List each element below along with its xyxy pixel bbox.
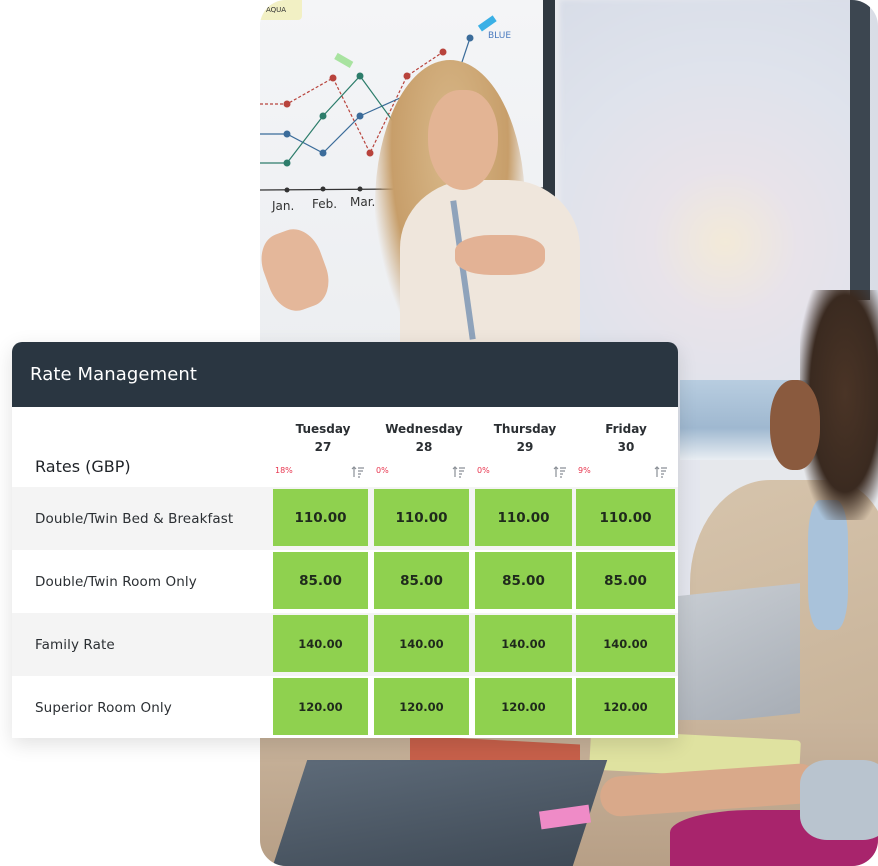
day-name: Thursday — [493, 422, 557, 436]
sort-ascending-icon[interactable] — [351, 465, 365, 479]
card-title: Rate Management — [30, 364, 198, 385]
rates-currency-label: Rates (GBP) — [35, 457, 131, 476]
rate-cell[interactable]: 110.00 — [475, 489, 572, 546]
rate-change-percent: 0% — [376, 466, 389, 475]
day-date: 29 — [516, 440, 534, 454]
rate-cell[interactable]: 110.00 — [374, 489, 469, 546]
chart-label-blue: BLUE — [488, 31, 511, 41]
day-date: 28 — [415, 440, 433, 454]
rate-cell[interactable]: 120.00 — [475, 678, 572, 735]
rate-cell[interactable]: 120.00 — [374, 678, 469, 735]
rate-cell[interactable]: 85.00 — [475, 552, 572, 609]
rate-cell[interactable]: 85.00 — [576, 552, 675, 609]
rate-plan-label: Double/Twin Bed & Breakfast — [35, 510, 234, 527]
day-name: Wednesday — [385, 422, 463, 436]
rate-plan-label: Superior Room Only — [35, 699, 172, 716]
rate-plan-label: Double/Twin Room Only — [35, 573, 197, 590]
sort-ascending-icon[interactable] — [553, 465, 567, 479]
day-column-header: Wednesday 28 0% — [374, 407, 474, 487]
day-column-header: Friday 30 9% — [576, 407, 676, 487]
chart-label-jan: Jan. — [271, 199, 294, 213]
rate-cell[interactable]: 110.00 — [273, 489, 368, 546]
day-column-header: Thursday 29 0% — [475, 407, 575, 487]
day-column-header: Tuesday 27 18% — [273, 407, 373, 487]
chart-label-feb: Feb. — [312, 197, 337, 211]
rate-cell[interactable]: 110.00 — [576, 489, 675, 546]
rate-row: Superior Room Only 120.00 120.00 120.00 … — [12, 676, 678, 739]
day-date: 30 — [617, 440, 635, 454]
rate-cell[interactable]: 120.00 — [576, 678, 675, 735]
rate-row: Double/Twin Bed & Breakfast 110.00 110.0… — [12, 487, 678, 550]
day-name: Tuesday — [295, 422, 351, 436]
rate-plan-label: Family Rate — [35, 636, 115, 653]
sort-ascending-icon[interactable] — [452, 465, 466, 479]
rate-change-percent: 0% — [477, 466, 490, 475]
card-header: Rate Management — [12, 342, 678, 407]
rate-cell[interactable]: 85.00 — [374, 552, 469, 609]
rate-cell[interactable]: 120.00 — [273, 678, 368, 735]
sort-ascending-icon[interactable] — [654, 465, 668, 479]
rate-cell[interactable]: 140.00 — [475, 615, 572, 672]
day-date: 27 — [314, 440, 332, 454]
rate-cell[interactable]: 140.00 — [273, 615, 368, 672]
rate-cell[interactable]: 140.00 — [374, 615, 469, 672]
rate-cell[interactable]: 140.00 — [576, 615, 675, 672]
rate-row: Family Rate 140.00 140.00 140.00 140.00 — [12, 613, 678, 676]
rates-table: Double/Twin Bed & Breakfast 110.00 110.0… — [12, 487, 678, 739]
sticky-note-label: AQUA — [266, 6, 286, 14]
rate-change-percent: 18% — [275, 466, 293, 475]
day-name: Friday — [605, 422, 647, 436]
rate-change-percent: 9% — [578, 466, 591, 475]
chart-label-mar: Mar. — [350, 195, 375, 209]
rate-row: Double/Twin Room Only 85.00 85.00 85.00 … — [12, 550, 678, 613]
rate-cell[interactable]: 85.00 — [273, 552, 368, 609]
rate-management-card: Rate Management Rates (GBP) Tuesday 27 1… — [12, 342, 678, 738]
rates-header-row: Rates (GBP) Tuesday 27 18% Wednesday 28 … — [12, 407, 678, 487]
